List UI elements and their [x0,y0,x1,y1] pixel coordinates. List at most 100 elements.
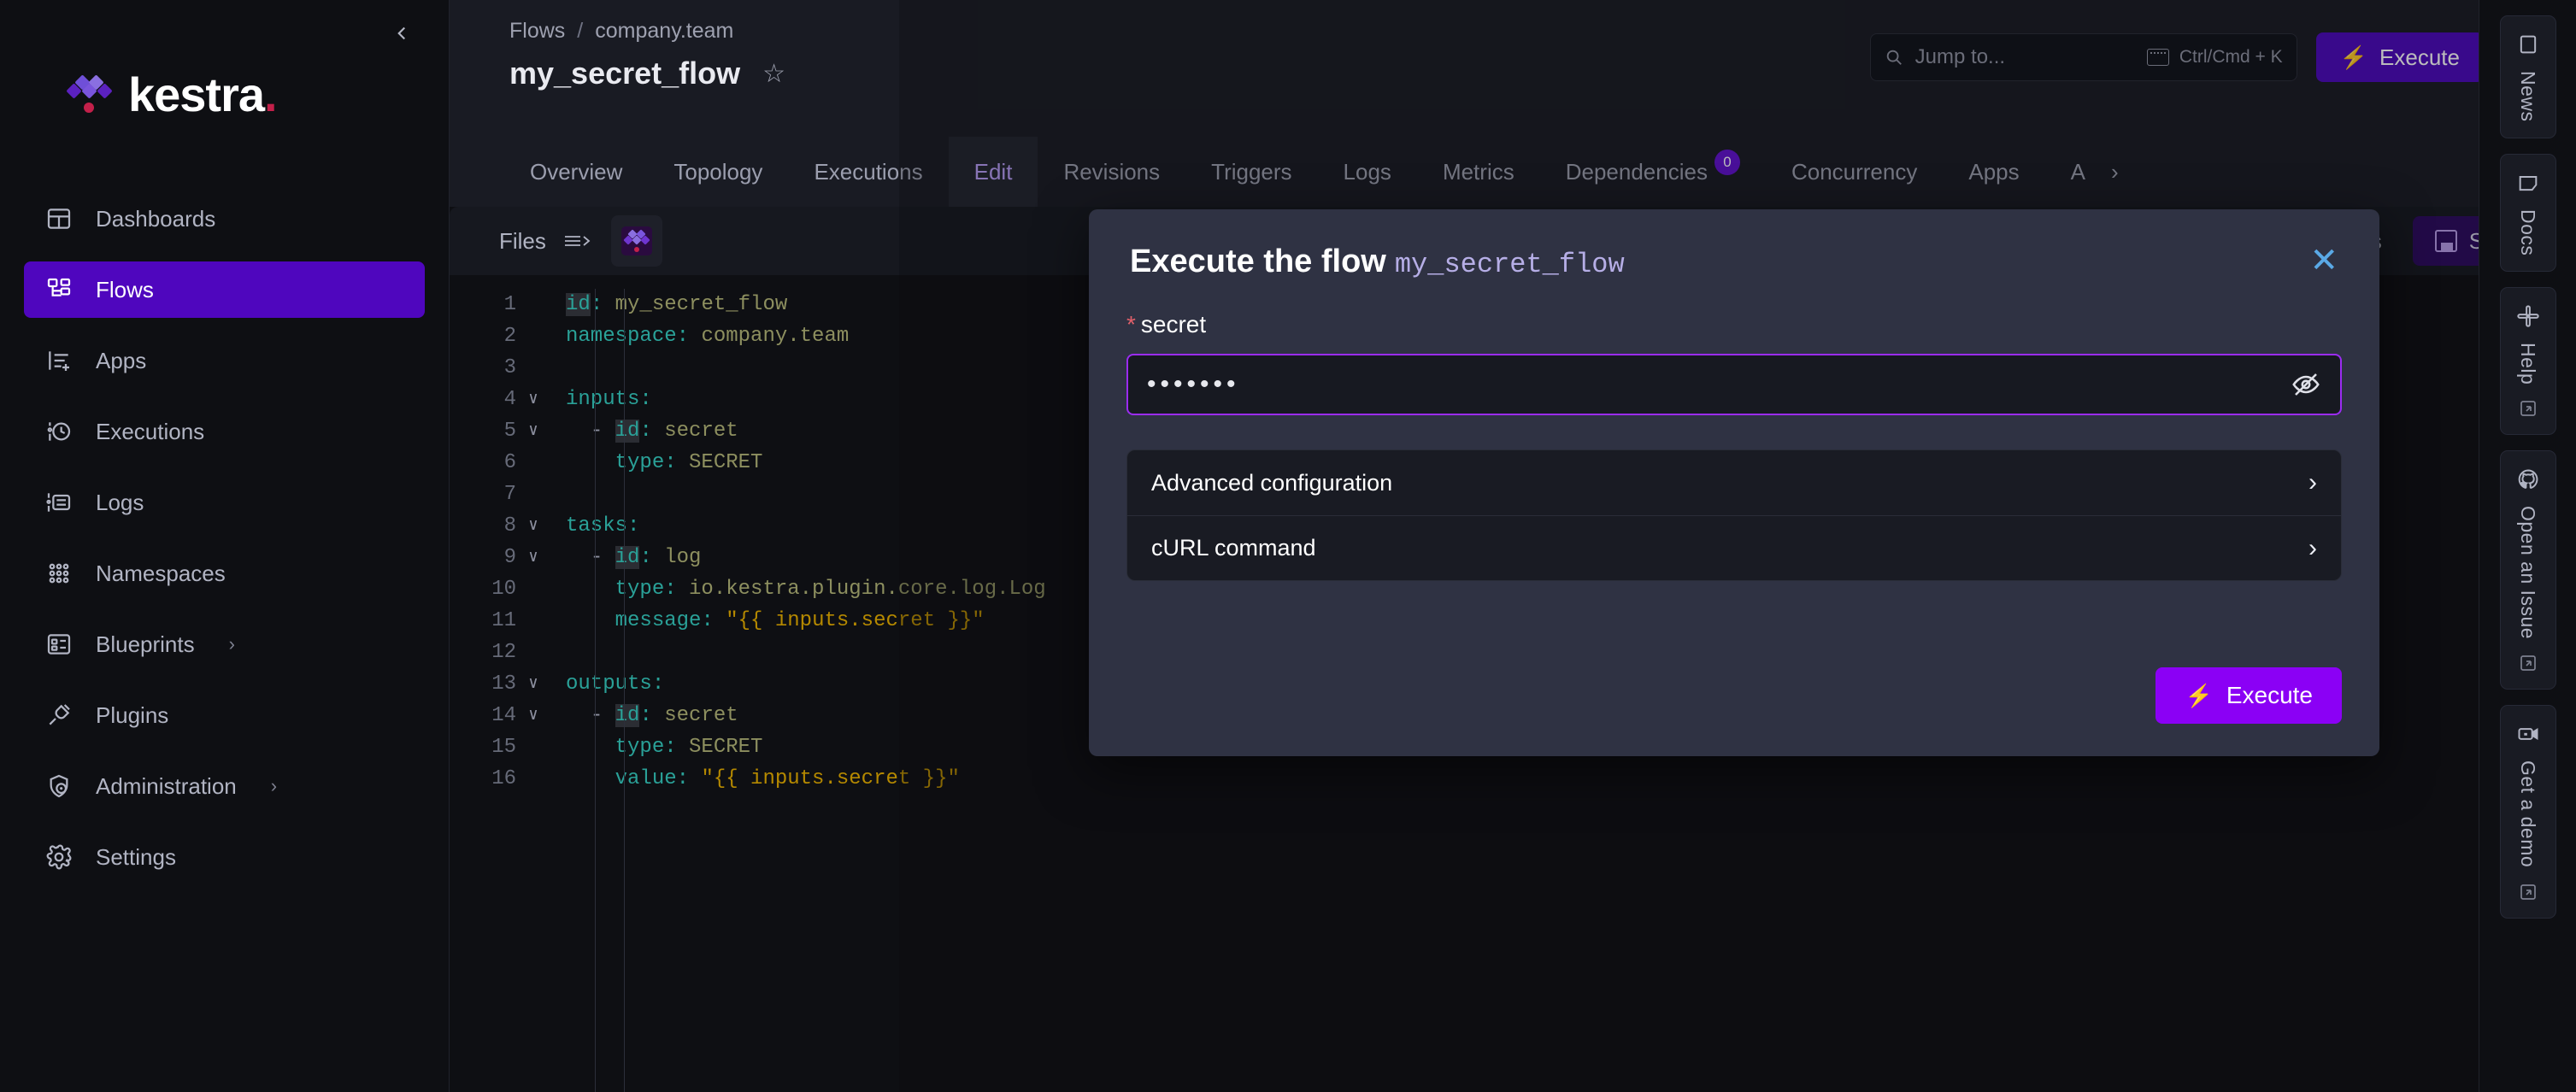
editor-line-numbers: 1 2 3 4 5 6 7 8 9 10 11 12 13 14 15 16 [450,275,516,1092]
sidebar-collapse-button[interactable] [387,19,416,48]
demo-icon [2515,721,2541,747]
editor-fold-toggle[interactable]: ∨ [516,542,550,573]
editor-fold-toggle[interactable]: ∨ [516,668,550,700]
namespaces-icon [44,559,74,588]
editor-line-number: 12 [491,641,516,664]
blueprints-icon [44,630,74,659]
editor-line-number: 8 [503,514,516,537]
plugins-icon [44,701,74,730]
settings-icon [44,842,74,872]
accordion-label: Advanced configuration [1151,469,1393,496]
news-icon [2515,32,2541,57]
secret-label-text: secret [1140,311,1207,338]
secret-input[interactable]: ••••••• [1126,354,2342,415]
sidebar-item-label: Settings [96,843,176,870]
editor-fold-toggle[interactable]: ∨ [516,384,550,415]
eye-off-icon[interactable] [2291,369,2321,400]
editor-line-number: 9 [503,546,516,569]
editor-fold-toggle [516,573,550,605]
logo-text: kestra [128,68,265,121]
sidebar-item-blueprints[interactable]: Blueprints › [24,616,425,672]
breadcrumb-namespace[interactable]: company.team [595,19,733,44]
editor-fold-toggle [516,447,550,478]
sidebar-item-flows[interactable]: Flows [24,261,425,318]
bolt-icon: ⚡ [2185,682,2213,708]
rail-item-get-a-demo[interactable]: Get a demo [2499,705,2556,919]
editor-line-number: 10 [491,578,516,601]
rail-item-help[interactable]: Help [2499,286,2556,436]
modal-title-prefix: Execute the flow [1130,244,1386,279]
sidebar-item-label: Namespaces [96,560,226,586]
editor-line-number: 14 [491,704,516,727]
sidebar-item-namespaces[interactable]: Namespaces [24,545,425,602]
files-label: Files [499,227,546,254]
chevron-right-icon: › [270,775,278,796]
editor-line-number: 11 [491,609,516,632]
editor-line-number: 13 [491,672,516,696]
sidebar-item-label: Apps [96,347,147,373]
breadcrumb-separator: / [577,19,584,43]
rail-item-open-an-issue[interactable]: Open an Issue [2499,450,2556,690]
modal-body: * secret ••••••• Advanced configuration ›… [1089,280,2379,581]
tab-overview[interactable]: Overview [504,137,648,207]
logo-dot: . [264,68,278,121]
flow-file-tab-button[interactable] [610,215,662,267]
files-toggle-icon[interactable] [563,231,592,251]
sidebar-item-settings[interactable]: Settings [24,829,425,885]
sidebar-item-label: Dashboards [96,205,216,232]
modal-accordion: Advanced configuration › cURL command › [1126,449,2342,581]
sidebar-item-executions[interactable]: Executions [24,403,425,460]
apps-icon [44,346,74,375]
chevron-right-icon: › [2308,533,2317,562]
sidebar: kestra. Dashboards Flows Apps Executions [0,0,450,1092]
page-title: my_secret_flow [509,56,741,91]
flows-icon [44,275,74,304]
sidebar-item-logs[interactable]: Logs [24,474,425,531]
external-link-icon [2518,398,2538,419]
editor-fold-toggle[interactable]: ∨ [516,510,550,542]
modal-footer: ⚡ Execute [2155,667,2342,724]
chevron-right-icon: › [2308,468,2317,496]
sidebar-item-administration[interactable]: Administration › [24,758,425,814]
breadcrumb-flows[interactable]: Flows [509,19,565,44]
editor-line-number: 3 [503,356,516,379]
editor-fold-toggle[interactable]: ∨ [516,415,550,447]
sidebar-item-label: Administration [96,772,237,799]
administration-icon [44,772,74,801]
execute-flow-modal: Execute the flow my_secret_flow ✕ * secret… [1089,209,2379,756]
rail-label: News [2517,71,2539,122]
favorite-star-icon[interactable]: ☆ [762,59,785,89]
modal-execute-button[interactable]: ⚡ Execute [2155,667,2342,724]
editor-fold-toggle[interactable]: ∨ [516,700,550,731]
secret-field-label: * secret [1126,311,2342,338]
sidebar-item-label: Flows [96,276,154,302]
required-asterisk: * [1126,311,1136,338]
tab-topology[interactable]: Topology [648,137,788,207]
modal-flow-name: my_secret_flow [1394,249,1625,280]
rail-item-news[interactable]: News [2499,15,2556,138]
docs-icon [2515,170,2541,196]
main-content: Flows / company.team my_secret_flow ☆ Ju… [450,0,2576,1092]
kestra-logo-icon [65,72,113,118]
external-link-icon [2518,653,2538,673]
editor-line-number: 4 [503,388,516,411]
tab-label: Topology [673,158,763,185]
sidebar-item-plugins[interactable]: Plugins [24,687,425,743]
chevron-left-icon [397,26,406,40]
rail-label: Get a demo [2517,760,2539,868]
rail-item-docs[interactable]: Docs [2499,153,2556,272]
modal-execute-label: Execute [2226,682,2313,708]
sidebar-item-apps[interactable]: Apps [24,332,425,389]
modal-header: Execute the flow my_secret_flow ✕ [1089,209,2379,280]
editor-line-number: 2 [503,325,516,348]
editor-fold-column[interactable]: ∨ ∨ ∨ ∨ ∨ ∨ [516,275,550,1092]
close-icon[interactable]: ✕ [2309,244,2338,278]
sidebar-item-dashboards[interactable]: Dashboards [24,191,425,247]
editor-line-number: 15 [491,736,516,759]
dashboard-icon [44,204,74,233]
sidebar-nav: Dashboards Flows Apps Executions Logs Na… [0,191,449,885]
accordion-curl-command[interactable]: cURL command › [1127,515,2341,580]
app-logo[interactable]: kestra. [0,0,449,122]
accordion-advanced-configuration[interactable]: Advanced configuration › [1127,450,2341,515]
rail-label: Help [2517,342,2539,385]
